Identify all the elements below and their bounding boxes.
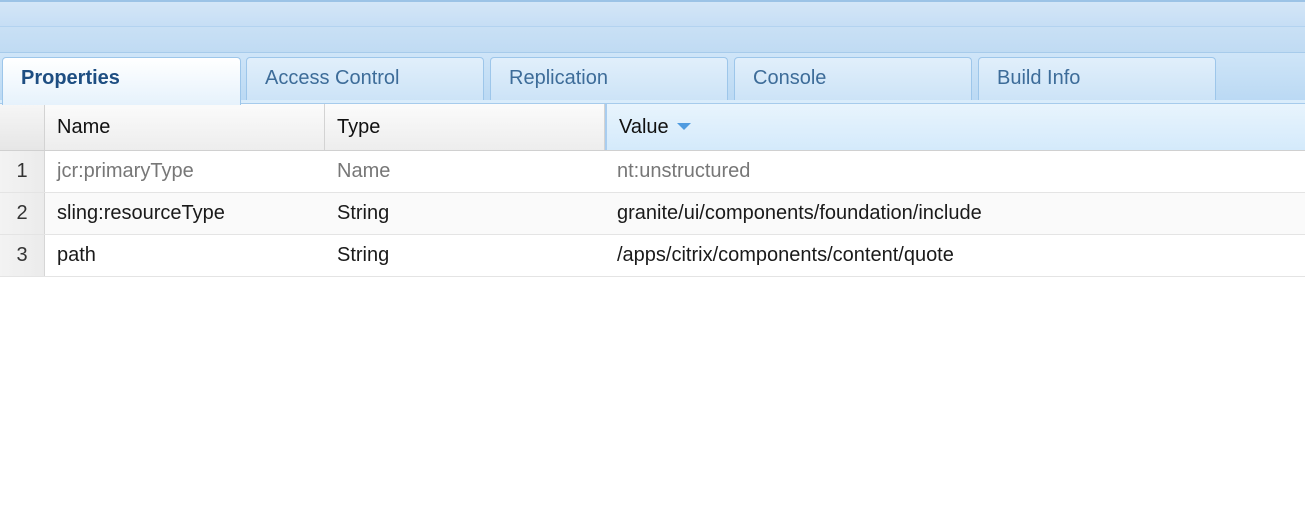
properties-grid: Name Type Value 1 jcr:primaryType Name n… bbox=[0, 104, 1305, 277]
property-type[interactable]: String bbox=[325, 235, 605, 276]
column-header-value[interactable]: Value bbox=[605, 104, 1305, 150]
table-row[interactable]: 3 path String /apps/citrix/components/co… bbox=[0, 235, 1305, 277]
property-type[interactable]: Name bbox=[325, 151, 605, 192]
tab-strip: Properties Access Control Replication Co… bbox=[0, 52, 1305, 105]
row-number: 3 bbox=[0, 235, 45, 276]
crxde-properties-panel: Properties Access Control Replication Co… bbox=[0, 0, 1305, 507]
row-number-header bbox=[0, 104, 45, 150]
property-type[interactable]: String bbox=[325, 193, 605, 234]
property-value[interactable]: granite/ui/components/foundation/include bbox=[605, 193, 1305, 234]
table-row[interactable]: 2 sling:resourceType String granite/ui/c… bbox=[0, 193, 1305, 235]
property-name[interactable]: path bbox=[45, 235, 325, 276]
property-name[interactable]: jcr:primaryType bbox=[45, 151, 325, 192]
grid-header: Name Type Value bbox=[0, 104, 1305, 151]
sort-descending-icon[interactable] bbox=[676, 123, 691, 131]
tab-console[interactable]: Console bbox=[734, 57, 972, 101]
table-row[interactable]: 1 jcr:primaryType Name nt:unstructured bbox=[0, 151, 1305, 193]
tab-access-control[interactable]: Access Control bbox=[246, 57, 484, 101]
row-number: 2 bbox=[0, 193, 45, 234]
column-header-type[interactable]: Type bbox=[325, 104, 605, 150]
property-value[interactable]: nt:unstructured bbox=[605, 151, 1305, 192]
toolbar-mid-band bbox=[0, 26, 1305, 52]
tab-replication[interactable]: Replication bbox=[490, 57, 728, 101]
property-value[interactable]: /apps/citrix/components/content/quote bbox=[605, 235, 1305, 276]
column-header-value-label: Value bbox=[619, 116, 669, 138]
column-header-name[interactable]: Name bbox=[45, 104, 325, 150]
property-name[interactable]: sling:resourceType bbox=[45, 193, 325, 234]
tab-properties[interactable]: Properties bbox=[2, 57, 241, 105]
tab-build-info[interactable]: Build Info bbox=[978, 57, 1216, 101]
toolbar-top-band bbox=[0, 0, 1305, 26]
row-number: 1 bbox=[0, 151, 45, 192]
